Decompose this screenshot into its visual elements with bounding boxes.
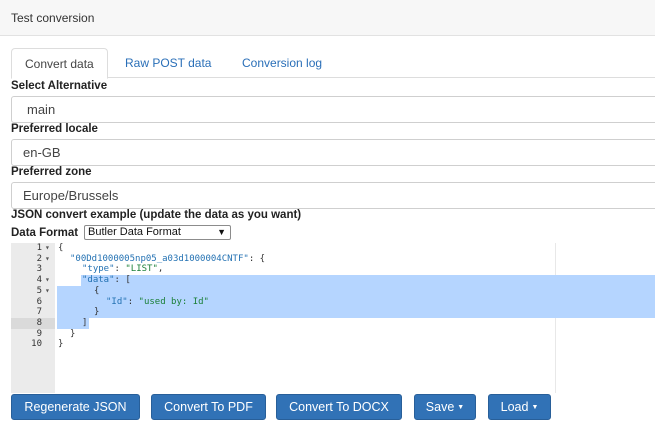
json-editor[interactable]: 1 2 3 4 5 6 7 8 9 10 ▾ ▾ ▾ ▾ { "00Dd1000… [11, 243, 655, 393]
line-number: 10 [31, 339, 42, 350]
line-number: 2 [36, 253, 42, 264]
tab-convert-data[interactable]: Convert data [11, 48, 108, 79]
line-number: 7 [36, 307, 42, 318]
fold-arrow-icon[interactable]: ▾ [45, 243, 50, 254]
json-example-label: JSON convert example (update the data as… [11, 209, 302, 221]
zone-field[interactable]: Europe/Brussels [11, 182, 655, 209]
line-number: 6 [36, 296, 42, 307]
line-number: 9 [36, 328, 42, 339]
code-line-1: { [58, 243, 64, 253]
locale-field[interactable]: en-GB [11, 139, 655, 166]
caret-down-icon: ▼ [457, 403, 465, 411]
code-line-7: } [94, 307, 100, 318]
code-line-5: { [94, 285, 100, 296]
fold-arrow-icon[interactable]: ▾ [45, 275, 50, 286]
regenerate-json-button[interactable]: Regenerate JSON [11, 394, 140, 420]
chevron-down-icon: ▼ [217, 227, 226, 237]
caret-down-icon: ▼ [531, 403, 539, 411]
code-line-6: "Id": "used by: Id" [106, 296, 209, 307]
save-button-label: Save [425, 400, 455, 414]
line-number: 5 [36, 285, 42, 296]
tab-bar: Convert data Raw POST data Conversion lo… [11, 48, 655, 79]
save-button[interactable]: Save ▼ [414, 394, 476, 420]
code-line-9: } [70, 328, 76, 339]
fold-arrow-icon[interactable]: ▾ [45, 286, 50, 297]
tab-raw-post-data[interactable]: Raw POST data [112, 48, 224, 78]
convert-to-docx-button[interactable]: Convert To DOCX [276, 394, 402, 420]
zone-label: Preferred zone [11, 166, 92, 178]
alternative-field[interactable]: main [11, 96, 655, 123]
code-line-8: ] [82, 317, 88, 328]
convert-to-pdf-button[interactable]: Convert To PDF [151, 394, 266, 420]
print-margin [555, 243, 556, 393]
code-line-2: "00Dd1000005np05_a03d1000004CNTF": { [70, 253, 266, 264]
load-button[interactable]: Load ▼ [488, 394, 551, 420]
code-line-3: "type": "LIST", [82, 264, 164, 275]
selection-line-4 [81, 275, 655, 286]
load-button-label: Load [500, 400, 529, 414]
line-number: 8 [36, 317, 42, 328]
line-number: 4 [36, 275, 42, 286]
fold-arrow-icon[interactable]: ▾ [45, 254, 50, 265]
locale-label: Preferred locale [11, 123, 98, 135]
line-number: 3 [36, 264, 42, 275]
code-line-10: } [58, 339, 64, 350]
data-format-label: Data Format [11, 227, 79, 239]
tab-conversion-log[interactable]: Conversion log [229, 48, 335, 78]
data-format-select[interactable]: Butler Data Format ▼ [84, 225, 231, 240]
alternative-label: Select Alternative [11, 80, 108, 92]
line-number: 1 [36, 243, 42, 253]
data-format-value: Butler Data Format [88, 226, 181, 238]
window-title: Test conversion [11, 11, 95, 25]
window-header: Test conversion [0, 0, 655, 36]
code-line-4: "data": [ [82, 275, 131, 286]
